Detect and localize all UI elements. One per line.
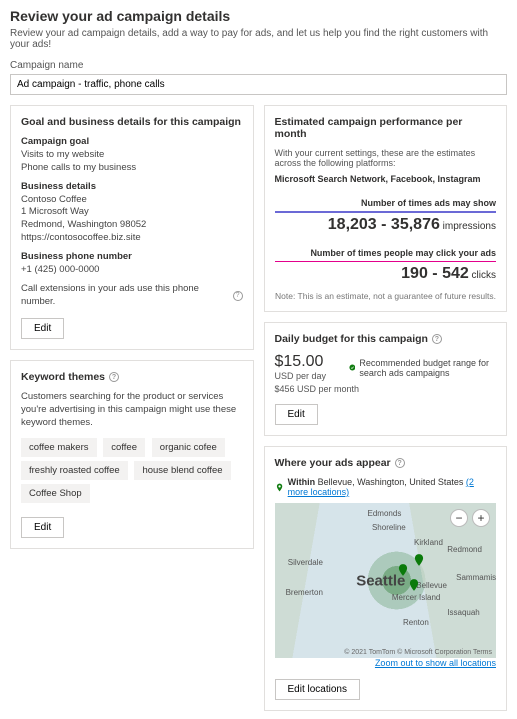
pin-icon	[275, 482, 284, 493]
goal-line: Visits to my website	[21, 149, 243, 162]
keyword-tag[interactable]: Coffee Shop	[21, 484, 90, 503]
location-place: Bellevue, Washington, United States	[318, 477, 464, 487]
clicks-label: Number of times people may click your ad…	[275, 248, 497, 258]
impressions-value: 18,203 - 35,876 impressions	[275, 216, 497, 234]
keywords-desc: Customers searching for the product or s…	[21, 391, 243, 429]
check-circle-icon	[349, 362, 356, 373]
map-pin-icon	[396, 563, 410, 577]
keywords-card: Keyword themes ? Customers searching for…	[10, 360, 254, 548]
zoom-in-button[interactable]: +	[472, 509, 490, 527]
estimate-card: Estimated campaign performance per month…	[264, 105, 508, 312]
map-label: Bremerton	[286, 588, 323, 597]
budget-per-month: $456 USD per month	[275, 384, 497, 394]
business-line: Contoso Coffee	[21, 194, 243, 207]
keyword-tag[interactable]: coffee makers	[21, 438, 97, 457]
location-card: Where your ads appear ? Within Bellevue,…	[264, 446, 508, 711]
map-label: Issaquah	[447, 608, 479, 617]
map-label: Renton	[403, 618, 429, 627]
keyword-tag[interactable]: freshly roasted coffee	[21, 461, 128, 480]
clicks-bar	[275, 261, 497, 263]
budget-price: $15.00 USD per day	[275, 353, 339, 382]
budget-title: Daily budget for this campaign	[275, 333, 428, 345]
map-label: Redmond	[447, 545, 482, 554]
business-line: Redmond, Washington 98052	[21, 219, 243, 232]
campaign-name-input[interactable]	[10, 74, 507, 95]
keywords-title: Keyword themes	[21, 371, 105, 383]
budget-recommendation: Recommended budget range for search ads …	[349, 358, 496, 378]
page-title: Review your ad campaign details	[10, 8, 507, 24]
business-details-label: Business details	[21, 181, 243, 192]
keyword-tag[interactable]: house blend coffee	[134, 461, 230, 480]
business-line: https://contosocoffee.biz.site	[21, 232, 243, 245]
map-pin-icon	[407, 578, 421, 592]
edit-keywords-button[interactable]: Edit	[21, 517, 64, 538]
map-label: Mercer Island	[392, 593, 440, 602]
info-icon[interactable]: ?	[432, 334, 442, 344]
goal-card: Goal and business details for this campa…	[10, 105, 254, 350]
map-label: Silverdale	[288, 558, 323, 567]
location-title: Where your ads appear	[275, 457, 391, 469]
zoom-out-button[interactable]: −	[450, 509, 468, 527]
info-icon[interactable]: ?	[395, 458, 405, 468]
edit-goal-button[interactable]: Edit	[21, 318, 64, 339]
impressions-label: Number of times ads may show	[275, 198, 497, 208]
map[interactable]: Seattle Edmonds Shoreline Kirkland Redmo…	[275, 503, 497, 658]
budget-card: Daily budget for this campaign ? $15.00 …	[264, 322, 508, 436]
goal-card-title: Goal and business details for this campa…	[21, 116, 243, 128]
map-copyright: © 2021 TomTom © Microsoft Corporation Te…	[344, 649, 492, 656]
goal-line: Phone calls to my business	[21, 162, 243, 175]
goal-label: Campaign goal	[21, 136, 243, 147]
map-pin-icon	[412, 553, 426, 567]
zoom-out-all-link[interactable]: Zoom out to show all locations	[375, 658, 496, 668]
estimate-title: Estimated campaign performance per month	[275, 116, 497, 140]
clicks-value: 190 - 542 clicks	[275, 265, 497, 283]
estimate-intro: With your current settings, these are th…	[275, 148, 497, 168]
map-label: Sammamish	[456, 573, 496, 582]
campaign-name-label: Campaign name	[10, 60, 507, 71]
map-label: Kirkland	[414, 538, 443, 547]
phone-value: +1 (425) 000-0000	[21, 264, 243, 277]
keyword-tags: coffee makers coffee organic cofee fresh…	[21, 438, 243, 507]
info-icon[interactable]: ?	[109, 372, 119, 382]
business-line: 1 Microsoft Way	[21, 206, 243, 219]
impressions-bar	[275, 211, 497, 213]
page-subtitle: Review your ad campaign details, add a w…	[10, 28, 507, 50]
info-icon[interactable]: ?	[233, 291, 243, 301]
estimate-platforms: Microsoft Search Network, Facebook, Inst…	[275, 174, 497, 184]
keyword-tag[interactable]: coffee	[103, 438, 145, 457]
map-label: Shoreline	[372, 523, 406, 532]
edit-budget-button[interactable]: Edit	[275, 404, 318, 425]
phone-note: Call extensions in your ads use this pho…	[21, 283, 229, 309]
phone-label: Business phone number	[21, 251, 243, 262]
map-label: Edmonds	[368, 509, 402, 518]
location-prefix: Within	[288, 477, 315, 487]
edit-locations-button[interactable]: Edit locations	[275, 679, 360, 700]
estimate-disclaimer: Note: This is an estimate, not a guarant…	[275, 291, 497, 301]
keyword-tag[interactable]: organic cofee	[152, 438, 225, 457]
